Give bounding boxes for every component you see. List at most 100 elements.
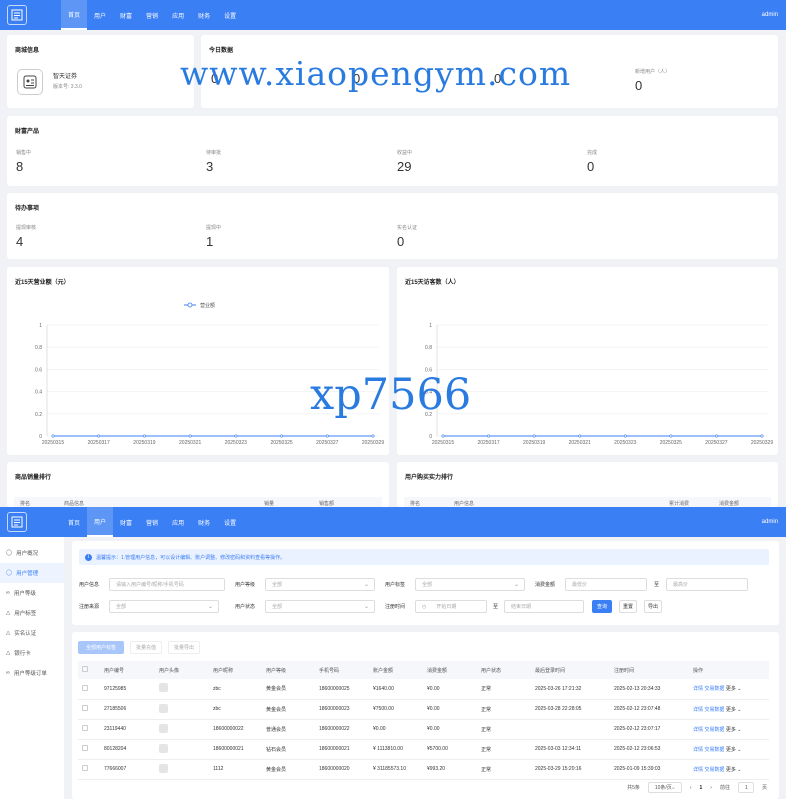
nav-item-finance[interactable]: 财务: [191, 507, 217, 537]
more-menu[interactable]: 更多 ⌄: [726, 727, 742, 733]
sidebar-item-user-overview[interactable]: ◯ 用户概况: [0, 543, 64, 563]
batch-recharge-button[interactable]: 批量充值: [130, 641, 162, 654]
batch-export-button[interactable]: 批量导出: [168, 641, 200, 654]
sidebar-item-user-level[interactable]: ∞ 用户等级: [0, 583, 64, 603]
select-all-checkbox[interactable]: [78, 661, 100, 679]
user-rank-header: 排名 用户信息 累计消费 消费金额: [404, 497, 771, 507]
user-menu[interactable]: admin: [762, 12, 778, 18]
sidebar-item-user-manage[interactable]: ◯ 用户管理: [0, 563, 64, 583]
sidebar-item-bank-card[interactable]: △ 银行卡: [0, 643, 64, 663]
trade-data-link[interactable]: 交易数据: [704, 767, 724, 773]
page-number[interactable]: 1: [700, 785, 703, 791]
action-tabs: 全部用户标签 批量充值 批量导出: [78, 641, 200, 654]
x-tick-label: 20250321: [179, 440, 201, 446]
todo-stat-realname[interactable]: 实名认证 0: [397, 224, 417, 249]
status-select[interactable]: 全部 ⌄: [265, 600, 375, 613]
y-tick-label: 0.6: [35, 367, 42, 373]
data-point: [234, 434, 238, 438]
page-size-select[interactable]: 10条/页 ⌄: [647, 782, 682, 793]
export-button[interactable]: 导出: [644, 600, 663, 613]
sidebar-item-realname[interactable]: △ 实名认证: [0, 623, 64, 643]
data-point: [51, 434, 55, 438]
sidebar-item-level-order[interactable]: ∞ 用户等级订单: [0, 663, 64, 683]
detail-link[interactable]: 详情: [693, 686, 703, 692]
table-cell: 2025-03-29 15:20:16: [531, 759, 610, 780]
more-menu[interactable]: 更多 ⌄: [726, 707, 742, 713]
detail-link[interactable]: 详情: [693, 767, 703, 773]
user-level-select[interactable]: 全部 ⌄: [265, 578, 375, 591]
detail-link[interactable]: 详情: [693, 707, 703, 713]
nav-item-marketing[interactable]: 营销: [139, 507, 165, 537]
visitor-line-chart: 00.20.40.60.8120250315 20250317 20250319 20…: [425, 323, 773, 446]
todo-stat-withdrawing[interactable]: 提现中 1: [206, 224, 221, 249]
table-row: 80128204 18600000021 钻石会员 18600000021 ¥ 1113…: [78, 739, 769, 760]
row-checkbox[interactable]: [78, 759, 100, 780]
nav-item-settings[interactable]: 设置: [217, 507, 243, 537]
trade-data-link[interactable]: 交易数据: [704, 707, 724, 713]
avatar: [155, 759, 209, 780]
date-end-input[interactable]: 结束日期: [504, 600, 585, 613]
todo-card: 待办事项 提现审核 4 提现中 1 实名认证 0: [7, 193, 778, 259]
nav-item-wealth[interactable]: 财富: [113, 0, 139, 30]
user-tag-select[interactable]: 全部 ⌄: [415, 578, 525, 591]
detail-link[interactable]: 详情: [693, 747, 703, 753]
user-menu[interactable]: admin: [762, 519, 778, 525]
todo-stat-withdraw-review[interactable]: 提现审核 4: [16, 224, 36, 249]
table-cell: 2025-03-28 22:28:05: [531, 699, 610, 720]
app-logo-icon[interactable]: [7, 5, 27, 25]
amount-min-input[interactable]: 最低价: [565, 578, 647, 591]
user-info-input[interactable]: 请输入用户编号/昵称/手机号码: [109, 578, 225, 591]
user-management-screen: 首页 用户 财富 营销 应用 财务 设置 admin ◯ 用户概况 ◯ 用户管理 ∞…: [0, 507, 786, 799]
x-tick-label: 20250315: [432, 440, 454, 446]
nav-item-marketing[interactable]: 营销: [139, 0, 165, 30]
row-checkbox[interactable]: [78, 699, 100, 720]
goto-page-input[interactable]: 1: [737, 782, 754, 793]
search-button[interactable]: 查询: [592, 600, 613, 613]
detail-link[interactable]: 详情: [693, 727, 703, 733]
table-cell: zbc: [209, 679, 262, 700]
more-menu[interactable]: 更多 ⌄: [726, 767, 742, 773]
row-actions: 详情 交易数据 更多 ⌄: [689, 679, 769, 700]
sidebar-item-user-tag[interactable]: △ 用户标签: [0, 603, 64, 623]
chevron-down-icon: ⌄: [737, 746, 742, 753]
prev-page-icon[interactable]: ‹: [690, 785, 692, 791]
row-checkbox[interactable]: [78, 719, 100, 740]
trade-data-link[interactable]: 交易数据: [704, 686, 724, 692]
more-menu[interactable]: 更多 ⌄: [726, 686, 742, 692]
nav-item-apps[interactable]: 应用: [165, 0, 191, 30]
card-icon: △: [6, 650, 11, 656]
data-point: [532, 434, 536, 438]
amount-max-input[interactable]: 最高价: [666, 578, 749, 591]
trade-data-link[interactable]: 交易数据: [704, 747, 724, 753]
table-cell: ¥5700.00: [423, 739, 477, 760]
app-logo-icon[interactable]: [7, 512, 27, 532]
more-menu[interactable]: 更多 ⌄: [726, 747, 742, 753]
store-info-title: 商城信息: [15, 48, 40, 54]
nav-item-home[interactable]: 首页: [61, 507, 87, 537]
nav-item-finance[interactable]: 财务: [191, 0, 217, 30]
row-checkbox[interactable]: [78, 679, 100, 700]
data-point: [188, 434, 192, 438]
row-checkbox[interactable]: [78, 739, 100, 760]
table-cell: 2025-03-03 12:34:11: [531, 739, 610, 760]
avatar: [155, 719, 209, 740]
order-icon: ∞: [6, 670, 10, 676]
nav-item-wealth[interactable]: 财富: [113, 507, 139, 537]
reset-button[interactable]: 重置: [619, 600, 638, 613]
chevron-down-icon: ⌄: [670, 785, 676, 791]
nav-item-apps[interactable]: 应用: [165, 507, 191, 537]
nav-item-user[interactable]: 用户: [87, 507, 114, 537]
pagination: 共5条 10条/页 ⌄ ‹ 1 › 前往 1 页: [627, 782, 767, 793]
next-page-icon[interactable]: ›: [710, 785, 712, 791]
row-actions: 详情 交易数据 更多 ⌄: [689, 699, 769, 720]
trade-data-link[interactable]: 交易数据: [704, 727, 724, 733]
date-start-input[interactable]: ◴ 开始日期: [415, 600, 487, 613]
y-tick-label: 1: [39, 323, 42, 329]
nav-item-user[interactable]: 用户: [87, 0, 113, 30]
all-tags-button[interactable]: 全部用户标签: [78, 641, 124, 654]
legend-label: 营业额: [200, 302, 215, 309]
nav-item-settings[interactable]: 设置: [217, 0, 243, 30]
nav-item-home[interactable]: 首页: [61, 0, 88, 30]
table-cell: ¥ 1113810.00: [369, 739, 423, 760]
source-select[interactable]: 全部 ⌄: [109, 600, 219, 613]
